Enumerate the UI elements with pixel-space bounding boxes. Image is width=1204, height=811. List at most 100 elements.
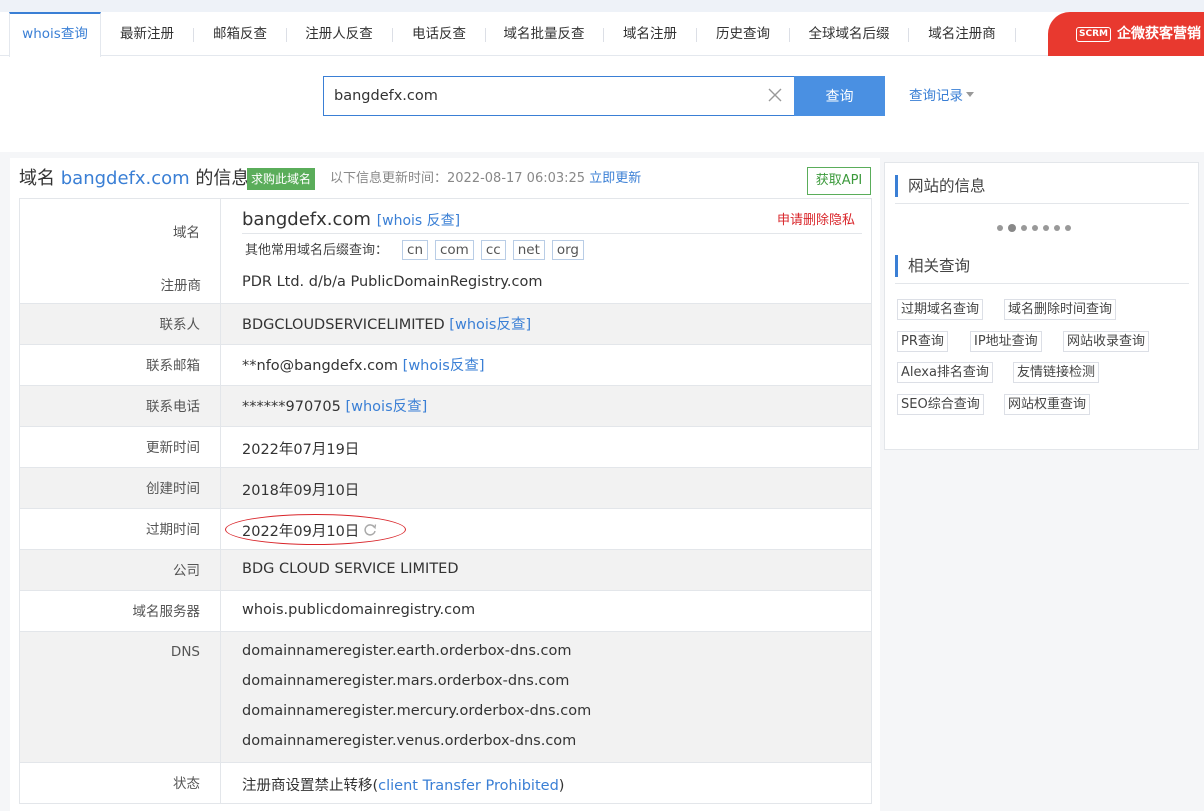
status-close: ) [558, 778, 565, 794]
table-row-contact: 联系人 BDGCLOUDSERVICELIMITED [whois反查] [19, 303, 872, 345]
scrm-logo: SCRM [1076, 27, 1111, 42]
status-code-link[interactable]: client Transfer Prohibited [378, 778, 559, 794]
suffix-chip-org[interactable]: org [551, 240, 585, 260]
table-row-domain: 域名 注册商 bangdefx.com [whois 反查] 其他常用域名后缀查… [19, 198, 872, 304]
title-suffix: 的信息 [195, 168, 250, 189]
expires-label: 过期时间 [20, 509, 221, 550]
search-input[interactable]: bangdefx.com [323, 76, 795, 116]
update-now-link[interactable]: 立即更新 [589, 171, 641, 186]
update-info: 以下信息更新时间：2022-08-17 06:03:25 立即更新 [330, 170, 641, 188]
carousel-dot[interactable] [1065, 225, 1071, 231]
carousel-dot[interactable] [1054, 225, 1060, 231]
carousel-dot[interactable] [1032, 225, 1038, 231]
related-indexing[interactable]: 网站收录查询 [1063, 331, 1150, 352]
tab-domain-register[interactable]: 域名注册 [609, 12, 691, 56]
delete-privacy-link[interactable]: 申请删除隐私 [777, 209, 855, 228]
status-text: 注册商设置禁止转移( [242, 778, 379, 794]
phone-value: ******970705 [242, 399, 341, 415]
search-section: bangdefx.com 查询 查询记录 [0, 57, 1204, 152]
tab-phone-reverse[interactable]: 电话反查 [398, 12, 480, 56]
whois-server-label: 域名服务器 [20, 591, 221, 632]
site-info-title: 网站的信息 [895, 175, 986, 197]
status-value-wrap: 注册商设置禁止转移(client Transfer Prohibited) [242, 774, 564, 795]
tab-email-reverse[interactable]: 邮箱反查 [199, 12, 281, 56]
suffix-chip-cc[interactable]: cc [480, 240, 506, 260]
ad-banner[interactable]: SCRM 企微获客营销 [1048, 12, 1204, 56]
buy-domain-badge[interactable]: 求购此域名 [247, 168, 316, 190]
clear-icon[interactable] [766, 86, 784, 104]
dns-server-1: domainnameregister.earth.orderbox-dns.co… [242, 643, 572, 659]
domain-value: bangdefx.com [whois 反查] [242, 209, 460, 230]
tab-history[interactable]: 历史查询 [702, 12, 784, 56]
related-ip[interactable]: IP地址查询 [970, 331, 1042, 352]
related-link-check[interactable]: 友情链接检测 [1013, 362, 1100, 383]
related-deletion-time[interactable]: 域名删除时间查询 [1004, 299, 1117, 320]
nav-separator [908, 28, 909, 42]
nav-separator [789, 28, 790, 42]
phone-whois-reverse-link[interactable]: [whois反查] [345, 399, 427, 415]
domain-name: bangdefx.com [242, 209, 371, 230]
divider [242, 233, 862, 234]
suffix-chip-net[interactable]: net [512, 240, 545, 260]
nav-separator [603, 28, 604, 42]
nav-separator [392, 28, 393, 42]
ad-text: 企微获客营销 [1116, 26, 1201, 42]
suffix-chip-com[interactable]: com [435, 240, 474, 260]
suffix-query-label: 其他常用域名后缀查询： [245, 243, 389, 258]
tab-registrant-reverse[interactable]: 注册人反查 [291, 12, 387, 56]
updated-value: 2022年07月19日 [242, 442, 360, 458]
dns-label: DNS [20, 632, 221, 763]
tab-registrars[interactable]: 域名注册商 [914, 12, 1010, 56]
top-strip [0, 0, 1204, 12]
table-row-phone: 联系电话 ******970705 [whois反查] [19, 385, 872, 427]
search-button[interactable]: 查询 [794, 76, 885, 116]
nav-bar: whois查询 最新注册 邮箱反查 注册人反查 电话反查 域名批量反查 域名注册… [0, 12, 1204, 57]
related-expired-domains[interactable]: 过期域名查询 [897, 299, 984, 320]
table-row-company: 公司 BDG CLOUD SERVICE LIMITED [19, 549, 872, 591]
table-row-updated: 更新时间 2022年07月19日 [19, 426, 872, 468]
contact-value: BDGCLOUDSERVICELIMITED [242, 317, 445, 333]
search-history-label: 查询记录 [909, 88, 963, 104]
tab-latest-registrations[interactable]: 最新注册 [106, 12, 188, 56]
get-api-button[interactable]: 获取API [807, 167, 871, 195]
related-seo[interactable]: SEO综合查询 [897, 394, 984, 415]
title-domain: bangdefx.com [60, 168, 190, 189]
tab-batch-reverse[interactable]: 域名批量反查 [491, 12, 597, 56]
updated-label: 更新时间 [20, 427, 221, 468]
suffix-query: 其他常用域名后缀查询： cn com cc net org [245, 239, 591, 260]
contact-value-wrap: BDGCLOUDSERVICELIMITED [whois反查] [242, 313, 531, 334]
page-title: 域名 bangdefx.com 的信息 [19, 166, 249, 192]
whois-reverse-link[interactable]: [whois 反查] [377, 213, 460, 229]
table-row-created: 创建时间 2018年09月10日 [19, 467, 872, 509]
whois-server-value: whois.publicdomainregistry.com [242, 602, 476, 618]
table-row-dns: DNS domainnameregister.earth.orderbox-dn… [19, 631, 872, 763]
contact-whois-reverse-link[interactable]: [whois反查] [449, 317, 531, 333]
tab-global-suffix[interactable]: 全球域名后缀 [795, 12, 903, 56]
carousel-dots[interactable] [997, 220, 1076, 232]
table-row-email: 联系邮箱 **nfo@bangdefx.com [whois反查] [19, 344, 872, 386]
suffix-chip-cn[interactable]: cn [402, 240, 428, 260]
divider [895, 203, 1189, 204]
related-weight[interactable]: 网站权重查询 [1004, 394, 1091, 415]
company-value: BDG CLOUD SERVICE LIMITED [242, 561, 459, 577]
tab-whois[interactable]: whois查询 [9, 12, 101, 57]
carousel-dot-active[interactable] [1008, 224, 1016, 232]
carousel-dot[interactable] [1021, 225, 1027, 231]
carousel-dot[interactable] [997, 225, 1003, 231]
nav-separator [696, 28, 697, 42]
carousel-dot[interactable] [1043, 225, 1049, 231]
update-time: 以下信息更新时间：2022-08-17 06:03:25 [330, 171, 586, 186]
highlight-ellipse [225, 514, 406, 545]
company-label: 公司 [20, 550, 221, 591]
email-whois-reverse-link[interactable]: [whois反查] [403, 358, 485, 374]
title-prefix: 域名 [19, 168, 55, 189]
related-pr[interactable]: PR查询 [897, 331, 948, 352]
status-label: 状态 [20, 763, 221, 803]
created-value: 2018年09月10日 [242, 483, 360, 499]
phone-label: 联系电话 [20, 386, 221, 427]
created-label: 创建时间 [20, 468, 221, 509]
related-alexa[interactable]: Alexa排名查询 [897, 362, 993, 383]
registrar-value: PDR Ltd. d/b/a PublicDomainRegistry.com [242, 274, 543, 290]
dns-server-3: domainnameregister.mercury.orderbox-dns.… [242, 703, 592, 719]
search-history-link[interactable]: 查询记录 [909, 86, 974, 106]
